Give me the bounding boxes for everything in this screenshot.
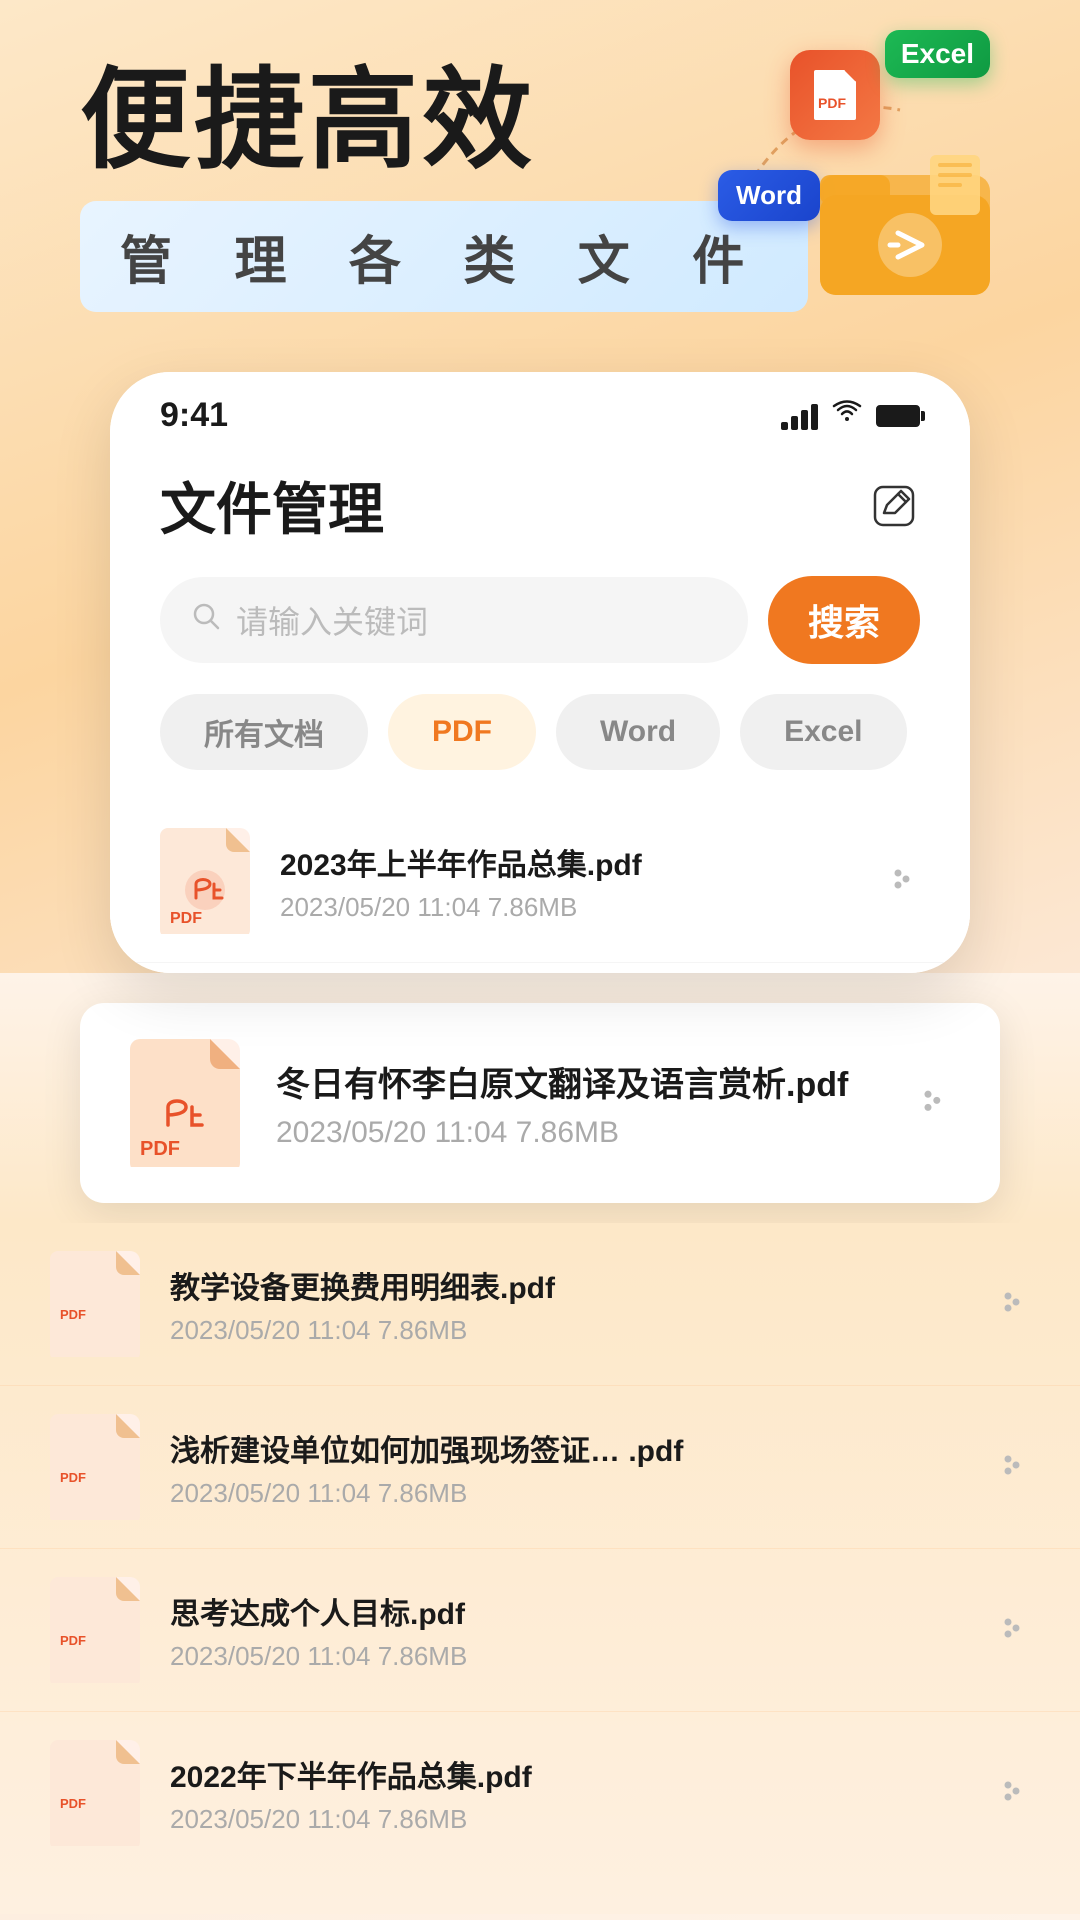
status-time: 9:41 xyxy=(160,396,228,435)
file-info-highlighted: 冬日有怀李白原文翻译及语言赏析.pdf 2023/05/20 11:04 7.8… xyxy=(276,1057,870,1150)
file-name-3: 教学设备更换费用明细表.pdf xyxy=(170,1263,956,1307)
file-name-1: 2023年上半年作品总集.pdf xyxy=(280,840,846,884)
file-name-4: 浅析建设单位如何加强现场签证… .pdf xyxy=(170,1426,956,1470)
search-placeholder-text: 请输入关键词 xyxy=(236,597,428,643)
tab-all-docs[interactable]: 所有文档 xyxy=(160,694,368,770)
status-bar: 9:41 xyxy=(110,372,970,445)
pdf-icon-3: PDF xyxy=(50,1251,140,1357)
hero-subtitle: 管 理 各 类 文 件 xyxy=(80,201,808,312)
svg-text:PDF: PDF xyxy=(60,1796,86,1811)
search-button[interactable]: 搜索 xyxy=(768,576,920,664)
file-meta-4: 2023/05/20 11:04 7.86MB xyxy=(170,1478,956,1509)
file-name-5: 思考达成个人目标.pdf xyxy=(170,1589,956,1633)
file-name-6: 2022年下半年作品总集.pdf xyxy=(170,1752,956,1796)
file-meta-highlighted: 2023/05/20 11:04 7.86MB xyxy=(276,1116,870,1150)
tab-pdf[interactable]: PDF xyxy=(388,694,536,770)
file-item-6[interactable]: PDF 2022年下半年作品总集.pdf 2023/05/20 11:04 7.… xyxy=(0,1712,1080,1874)
tab-excel[interactable]: Excel xyxy=(740,694,906,770)
folder-icon xyxy=(810,125,1010,310)
file-meta-3: 2023/05/20 11:04 7.86MB xyxy=(170,1315,956,1346)
more-options-3[interactable] xyxy=(986,1282,1030,1326)
file-name-highlighted: 冬日有怀李白原文翻译及语言赏析.pdf xyxy=(276,1057,870,1106)
pdf-icon-4: PDF xyxy=(50,1414,140,1520)
file-meta-5: 2023/05/20 11:04 7.86MB xyxy=(170,1641,956,1672)
more-options-4[interactable] xyxy=(986,1445,1030,1489)
search-icon xyxy=(190,600,222,640)
more-options-button-1[interactable] xyxy=(876,859,920,903)
phone-mockup: 9:41 xyxy=(110,372,970,973)
more-options-button-highlighted[interactable] xyxy=(906,1081,950,1125)
hero-section: 便捷高效 管 理 各 类 文 件 PDF Excel Word xyxy=(0,0,1080,352)
status-icons xyxy=(781,399,920,432)
file-item-3[interactable]: PDF 教学设备更换费用明细表.pdf 2023/05/20 11:04 7.8… xyxy=(0,1223,1080,1386)
tab-word[interactable]: Word xyxy=(556,694,720,770)
search-input-wrap[interactable]: 请输入关键词 xyxy=(160,577,748,663)
excel-badge-icon: Excel xyxy=(885,30,990,78)
signal-icon xyxy=(781,402,818,430)
search-area: 请输入关键词 搜索 xyxy=(110,566,970,684)
filter-tabs: 所有文档 PDF Word Excel xyxy=(110,684,970,790)
edit-button[interactable] xyxy=(868,480,920,532)
wifi-icon xyxy=(832,399,862,432)
pdf-icon-6: PDF xyxy=(50,1740,140,1846)
battery-icon xyxy=(876,405,920,427)
svg-text:PDF: PDF xyxy=(60,1470,86,1485)
app-header: 文件管理 xyxy=(110,445,970,566)
file-info-3: 教学设备更换费用明细表.pdf 2023/05/20 11:04 7.86MB xyxy=(170,1263,956,1346)
svg-text:PDF: PDF xyxy=(60,1633,86,1648)
word-badge-icon: Word xyxy=(718,170,820,221)
file-list: PDF 2023年上半年作品总集.pdf 2023/05/20 11:04 7.… xyxy=(110,790,970,973)
file-info-4: 浅析建设单位如何加强现场签证… .pdf 2023/05/20 11:04 7.… xyxy=(170,1426,956,1509)
phone-screen: 9:41 xyxy=(110,372,970,973)
file-info-6: 2022年下半年作品总集.pdf 2023/05/20 11:04 7.86MB xyxy=(170,1752,956,1835)
highlighted-file-item[interactable]: PDF 冬日有怀李白原文翻译及语言赏析.pdf 2023/05/20 11:04… xyxy=(80,1003,1000,1203)
file-item-4[interactable]: PDF 浅析建设单位如何加强现场签证… .pdf 2023/05/20 11:0… xyxy=(0,1386,1080,1549)
svg-text:PDF: PDF xyxy=(818,95,846,111)
svg-text:PDF: PDF xyxy=(170,910,202,927)
hero-icons: PDF Excel Word xyxy=(720,30,1020,310)
more-options-6[interactable] xyxy=(986,1771,1030,1815)
pdf-file-icon: PDF xyxy=(160,828,250,934)
file-item-1[interactable]: PDF 2023年上半年作品总集.pdf 2023/05/20 11:04 7.… xyxy=(110,800,970,963)
file-info-5: 思考达成个人目标.pdf 2023/05/20 11:04 7.86MB xyxy=(170,1589,956,1672)
svg-text:PDF: PDF xyxy=(60,1307,86,1322)
pdf-file-icon-highlighted: PDF xyxy=(130,1039,240,1167)
pdf-icon-5: PDF xyxy=(50,1577,140,1683)
app-title: 文件管理 xyxy=(160,465,384,546)
file-meta-6: 2023/05/20 11:04 7.86MB xyxy=(170,1804,956,1835)
more-options-5[interactable] xyxy=(986,1608,1030,1652)
file-item-5[interactable]: PDF 思考达成个人目标.pdf 2023/05/20 11:04 7.86MB xyxy=(0,1549,1080,1712)
file-meta-1: 2023/05/20 11:04 7.86MB xyxy=(280,892,846,923)
svg-text:PDF: PDF xyxy=(140,1138,180,1160)
file-info-1: 2023年上半年作品总集.pdf 2023/05/20 11:04 7.86MB xyxy=(280,840,846,923)
